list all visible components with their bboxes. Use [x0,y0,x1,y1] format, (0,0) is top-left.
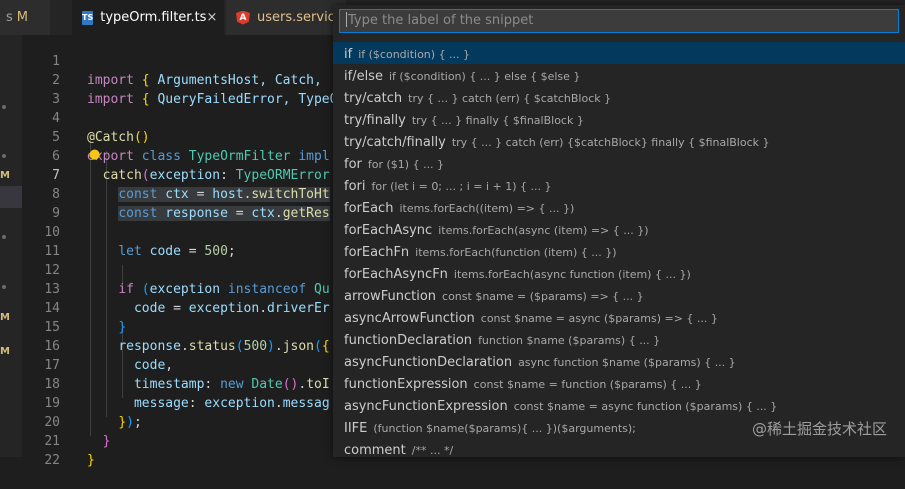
snippet-label: forEachAsyncFn [344,267,448,282]
snippet-description: items.forEach((item) => { ... }) [399,202,575,215]
snippet-label: forEach [344,201,394,216]
tab-users-service[interactable]: A users.service [226,0,346,35]
snippet-item[interactable]: fori for (let i = 0; ... ; i = i + 1) { .… [333,174,905,196]
snippet-item[interactable]: try/catch try { ... } catch (err) { $catc… [333,86,905,108]
snippet-description: try { ... } finally { $finalBlock } [411,114,584,127]
snippet-item[interactable]: arrowFunction const $name = ($params) => … [333,284,905,306]
text-caret [346,12,347,27]
explorer-selected-item[interactable] [0,186,22,208]
snippet-item[interactable]: asyncArrowFunction const $name = async ($… [333,306,905,328]
snippet-description: const $name = ($params) => { ... } [442,290,644,303]
snippet-description: if ($condition) { ... } [358,48,471,61]
snippet-label: IIFE [344,421,368,436]
explorer-strip: M M M [0,0,22,457]
modified-badge: M [0,170,10,181]
placeholder-text: Type the label of the snippet [348,13,534,28]
snippet-item[interactable]: forEachAsyncFn items.forEach(async functi… [333,262,905,284]
explorer-dot [2,285,6,289]
snippet-label: try/finally [344,113,406,128]
snippet-description: items.forEach(async (item) => { ... }) [438,224,649,237]
snippet-description: const $name = async function ($params) {… [513,400,778,413]
snippet-search-input[interactable]: Type the label of the snippet [339,9,899,33]
snippet-description: items.forEach(function (item) { ... }) [415,246,617,259]
snippet-item[interactable]: for for ($1) { ... } [333,152,905,174]
snippet-label: asyncFunctionExpression [344,399,508,414]
close-icon[interactable]: × [206,10,217,25]
snippet-item[interactable]: forEachFn items.forEach(function (item) {… [333,240,905,262]
snippet-item[interactable]: try/catch/finally try { ... } catch (err)… [333,130,905,152]
tab-label: typeOrm.filter.ts [100,10,207,25]
snippet-label: asyncArrowFunction [344,311,475,326]
snippet-description: try { ... } catch (err) {$catchBlock} fi… [451,136,770,149]
snippet-description: const $name = function ($params) { ... } [473,378,702,391]
modified-badge: M [0,346,10,357]
tab-previous-file[interactable]: s M [0,0,50,35]
snippet-description: const $name = async ($params) => { ... } [480,312,718,325]
snippet-label: functionExpression [344,377,468,392]
snippet-label: fori [344,179,366,194]
typescript-file-icon: TS [82,10,94,25]
snippet-item[interactable]: asyncFunctionExpression const $name = asy… [333,394,905,416]
token: } [87,453,95,468]
snippet-label: if/else [344,69,383,84]
snippet-label: try/catch [344,91,403,106]
snippet-label: arrowFunction [344,289,437,304]
tab-typeorm-filter[interactable]: TS typeOrm.filter.ts × [72,0,224,35]
snippet-item[interactable]: asyncFunctionDeclaration async function $… [333,350,905,372]
lightbulb-icon[interactable]: ● [89,147,100,162]
angular-file-icon: A [236,10,250,25]
snippet-description: (function $name($params){ ... })($argume… [373,422,636,435]
snippet-description: for ($1) { ... } [367,158,445,171]
tab-label: users.service [257,10,343,25]
snippet-label: comment [344,443,406,457]
line-number: 22 [44,453,60,468]
modified-badge: M [16,10,28,25]
snippet-label: for [344,157,362,172]
snippet-item[interactable]: if if ($condition) { ... } [333,42,905,64]
snippet-item[interactable]: functionExpression const $name = function… [333,372,905,394]
tab-label: s [6,10,13,25]
snippet-label: functionDeclaration [344,333,473,348]
snippet-item[interactable]: comment /** ... */ [333,438,905,457]
snippet-quick-pick: Type the label of the snippet if if ($con… [333,5,905,457]
snippet-description: try { ... } catch (err) { $catchBlock } [408,92,612,105]
snippet-description: if ($condition) { ... } else { $else } [388,70,581,83]
snippet-item[interactable]: forEach items.forEach((item) => { ... }) [333,196,905,218]
snippet-item[interactable]: functionDeclaration function $name ($para… [333,328,905,350]
explorer-dot [2,154,6,158]
snippet-label: try/catch/finally [344,135,446,150]
snippet-label: asyncFunctionDeclaration [344,355,513,370]
snippet-description: async function $name ($params) { ... } [518,356,736,369]
watermark: @稀土掘金技术社区 [751,420,887,438]
snippet-label: forEachAsync [344,223,433,238]
snippet-description: for (let i = 0; ... ; i = i + 1) { ... } [371,180,552,193]
snippet-label: forEachFn [344,245,410,260]
explorer-dot [2,235,6,239]
snippet-description: /** ... */ [411,444,454,457]
snippet-item[interactable]: try/finally try { ... } finally { $finalB… [333,108,905,130]
modified-badge: M [0,312,10,323]
snippet-item[interactable]: if/else if ($condition) { ... } else { $e… [333,64,905,86]
snippet-label: if [344,47,353,62]
snippet-description: function $name ($params) { ... } [478,334,661,347]
snippet-item[interactable]: forEachAsync items.forEach(async (item) =… [333,218,905,240]
explorer-dot [2,105,6,109]
snippet-description: items.forEach(async function (item) { ..… [453,268,691,281]
